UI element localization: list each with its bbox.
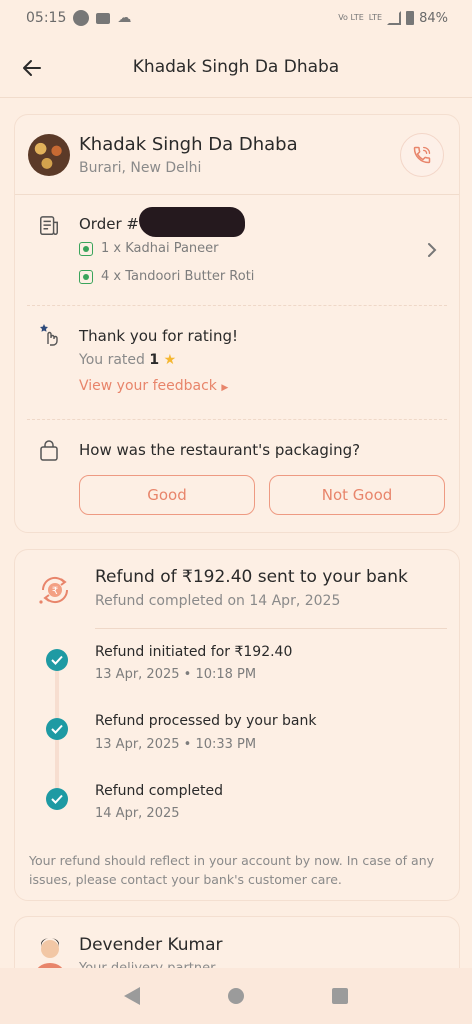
- divider: [27, 419, 447, 420]
- restaurant-logo: [28, 134, 70, 176]
- lte-indicator: LTE: [368, 13, 383, 22]
- volte-indicator: Vo LTE: [338, 13, 364, 22]
- view-feedback-link[interactable]: View your feedback ▶: [79, 378, 228, 394]
- packaging-good-button[interactable]: Good: [79, 475, 255, 515]
- redacted-order-number: [139, 207, 245, 237]
- refund-step-time: 13 Apr, 2025 • 10:33 PM: [95, 737, 257, 752]
- nav-back-icon[interactable]: [124, 987, 140, 1005]
- refund-card: ₹ Refund of ₹192.40 sent to your bank Re…: [14, 549, 460, 901]
- call-restaurant-button[interactable]: [400, 133, 444, 177]
- divider: [27, 305, 447, 306]
- app-header: Khadak Singh Da Dhaba: [0, 36, 472, 98]
- nav-recents-icon[interactable]: [332, 988, 348, 1004]
- check-icon: [46, 718, 68, 740]
- rating-hand-icon: [40, 324, 58, 346]
- nav-home-icon[interactable]: [228, 988, 244, 1004]
- rating-value: 1: [149, 352, 160, 368]
- packaging-not-good-button[interactable]: Not Good: [269, 475, 445, 515]
- battery-percent: 84%: [419, 10, 448, 26]
- star-icon: ★: [163, 352, 177, 368]
- order-item: 1 x Kadhai Paneer: [79, 241, 219, 256]
- order-card: Khadak Singh Da Dhaba Burari, New Delhi …: [14, 114, 460, 533]
- battery-icon: [406, 11, 415, 25]
- refund-icon: ₹: [39, 576, 69, 604]
- mail-notification-icon: [96, 12, 111, 24]
- refund-step-time: 14 Apr, 2025: [95, 806, 180, 821]
- chat-notification-icon: [73, 10, 90, 26]
- divider: [95, 628, 447, 629]
- phone-icon: [413, 146, 431, 164]
- cloud-icon: ☁: [117, 10, 132, 26]
- svg-text:₹: ₹: [52, 586, 58, 597]
- restaurant-location: Burari, New Delhi: [79, 160, 202, 176]
- order-item: 4 x Tandoori Butter Roti: [79, 269, 254, 284]
- chevron-right-icon[interactable]: [425, 242, 439, 258]
- order-number-label: Order #: [79, 215, 139, 233]
- refund-step-time: 13 Apr, 2025 • 10:18 PM: [95, 667, 257, 682]
- refund-step-title: Refund completed: [95, 783, 224, 799]
- bag-icon: [40, 440, 58, 461]
- refund-step-title: Refund processed by your bank: [95, 713, 317, 729]
- refund-note: Your refund should reflect in your accou…: [29, 853, 435, 887]
- caret-right-icon: ▶: [221, 383, 229, 393]
- status-bar: 05:15 ☁ Vo LTE LTE 84%: [0, 0, 472, 36]
- back-arrow-icon[interactable]: [20, 56, 44, 80]
- restaurant-name: Khadak Singh Da Dhaba: [79, 134, 298, 155]
- refund-title: Refund of ₹192.40 sent to your bank: [95, 567, 408, 587]
- check-icon: [46, 649, 68, 671]
- page-title: Khadak Singh Da Dhaba: [132, 56, 340, 77]
- status-time: 05:15: [26, 10, 67, 26]
- packaging-question: How was the restaurant's packaging?: [79, 441, 361, 459]
- rating-title: Thank you for rating!: [79, 327, 238, 345]
- veg-indicator-icon: [79, 241, 93, 256]
- rating-summary: You rated 1 ★: [79, 352, 177, 368]
- system-nav-bar: [0, 968, 472, 1024]
- check-icon: [46, 788, 68, 810]
- veg-indicator-icon: [79, 269, 93, 284]
- refund-step-title: Refund initiated for ₹192.40: [95, 644, 293, 660]
- restaurant-row: Khadak Singh Da Dhaba Burari, New Delhi: [15, 115, 459, 195]
- receipt-icon: [40, 216, 58, 235]
- signal-icon: [387, 11, 402, 25]
- delivery-partner-name: Devender Kumar: [79, 935, 223, 955]
- refund-subtitle: Refund completed on 14 Apr, 2025: [95, 593, 341, 609]
